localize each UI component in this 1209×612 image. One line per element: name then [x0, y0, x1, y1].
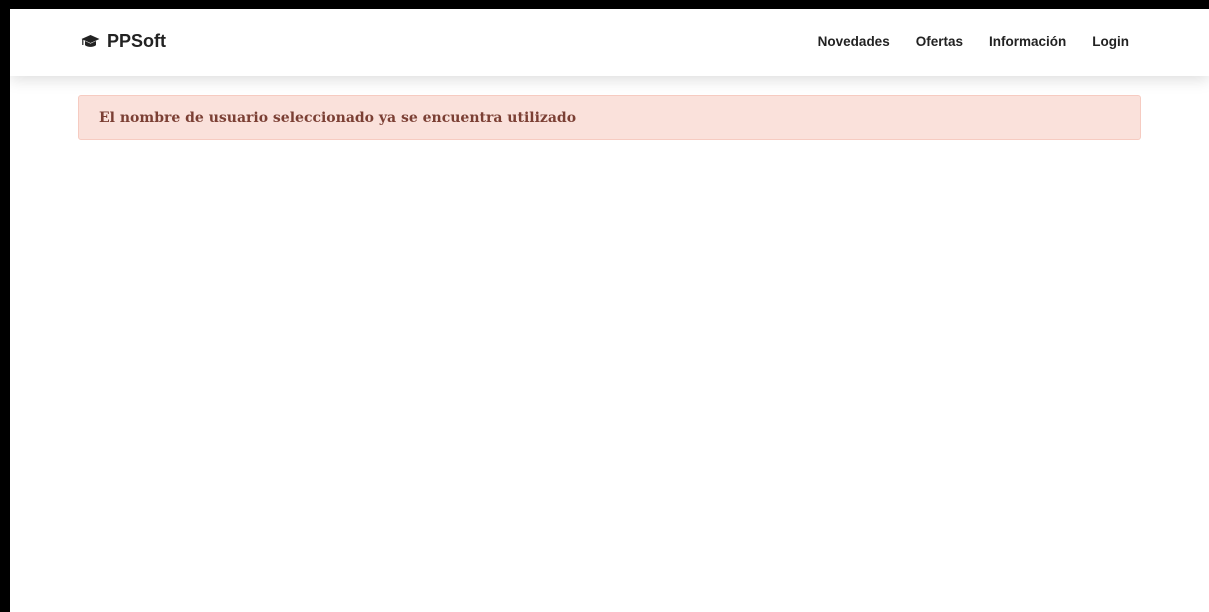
- brand-link[interactable]: PPSoft: [81, 31, 166, 52]
- nav-link-novedades[interactable]: Novedades: [818, 34, 890, 49]
- main-nav: Novedades Ofertas Información Login: [818, 34, 1129, 49]
- nav-link-ofertas[interactable]: Ofertas: [916, 34, 963, 49]
- graduation-cap-icon: [81, 34, 100, 49]
- top-navbar: PPSoft Novedades Ofertas Información Log…: [10, 9, 1209, 76]
- nav-link-login[interactable]: Login: [1092, 34, 1129, 49]
- error-alert-message: El nombre de usuario seleccionado ya se …: [99, 109, 577, 126]
- nav-link-informacion[interactable]: Información: [989, 34, 1066, 49]
- page-frame: PPSoft Novedades Ofertas Información Log…: [10, 9, 1209, 612]
- error-alert: El nombre de usuario seleccionado ya se …: [78, 95, 1141, 140]
- brand-name: PPSoft: [107, 31, 167, 51]
